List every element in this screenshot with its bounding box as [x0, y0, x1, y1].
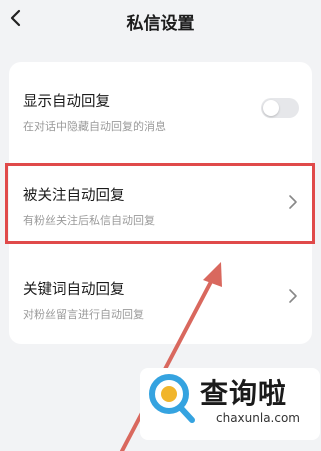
setting-show-auto-reply: 显示自动回复 在对话中隐藏自动回复的消息	[9, 62, 312, 156]
chevron-right-icon	[289, 289, 297, 303]
show-auto-reply-toggle[interactable]	[261, 98, 299, 118]
setting-description: 在对话中隐藏自动回复的消息	[23, 120, 166, 133]
watermark-title: 查询啦	[200, 377, 288, 410]
top-bar: 私信设置	[0, 0, 321, 40]
watermark: 查询啦 chaxunla.com	[140, 368, 320, 440]
setting-description: 对粉丝留言进行自动回复	[23, 308, 144, 321]
setting-label: 显示自动回复	[23, 94, 110, 110]
highlight-box	[5, 163, 315, 244]
magnifier-logo-icon	[149, 374, 195, 423]
setting-label: 关键词自动回复	[23, 282, 125, 298]
page-title: 私信设置	[126, 14, 195, 34]
setting-keyword-auto-reply[interactable]: 关键词自动回复 对粉丝留言进行自动回复	[9, 250, 312, 344]
watermark-url: chaxunla.com	[216, 411, 300, 425]
toggle-knob	[263, 100, 279, 116]
